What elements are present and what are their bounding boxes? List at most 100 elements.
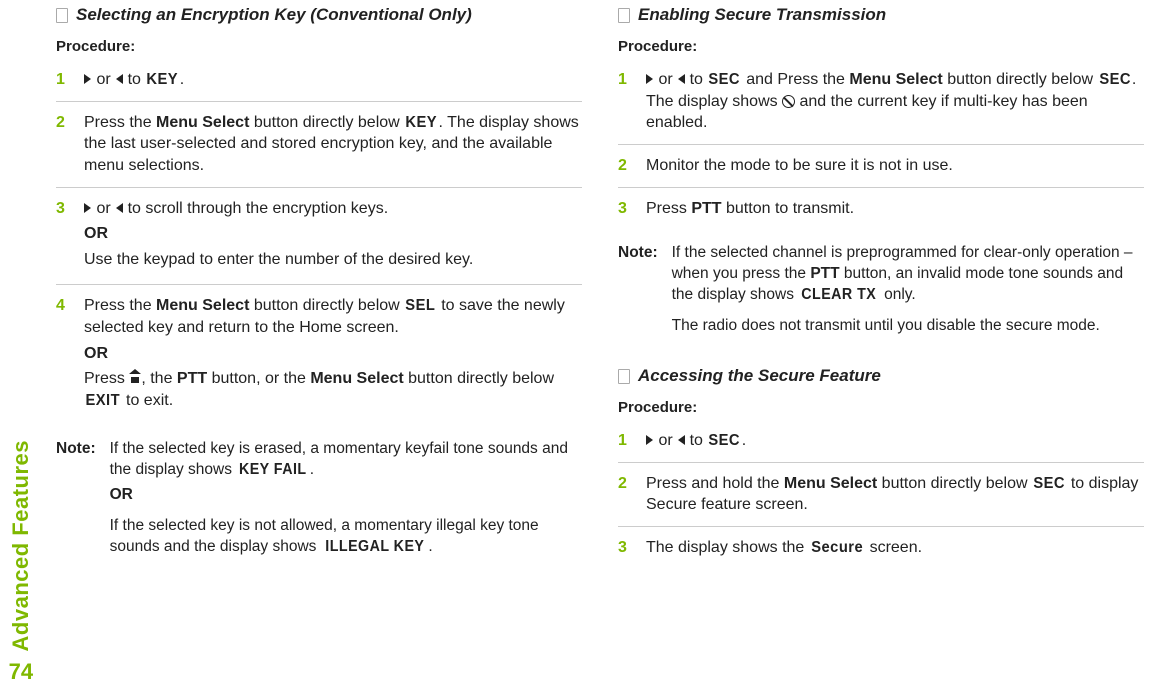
text: Monitor the mode to be sure it is not in… (646, 157, 953, 174)
lcd-text: SEL (405, 295, 435, 317)
step-2: 2 Press the Menu Select button directly … (56, 112, 582, 188)
lcd-text: CLEAR TX (802, 285, 877, 306)
text: button directly below (877, 475, 1032, 492)
lcd-text: KEY (147, 69, 179, 91)
text: button, or the (207, 370, 310, 387)
step-2: 2 Press and hold the Menu Select button … (618, 473, 1144, 527)
ui-label: PTT (810, 265, 839, 282)
note-body: If the selected channel is preprogrammed… (672, 243, 1144, 347)
or-line: OR (84, 343, 582, 365)
step-1: 1 or to SEC and Press the Menu Select bu… (618, 69, 1144, 145)
text: Press (84, 370, 129, 387)
side-tab-label: Advanced Features (6, 440, 36, 651)
or-word: or (654, 71, 677, 88)
doc-icon (618, 8, 630, 23)
step-3: 3 The display shows the Secure screen. (618, 537, 1144, 569)
ui-label: Menu Select (784, 475, 877, 492)
step-number: 2 (618, 473, 627, 495)
text: to (685, 432, 707, 449)
step-text: Monitor the mode to be sure it is not in… (646, 155, 1144, 177)
step-text: Press and hold the Menu Select button di… (646, 473, 1144, 516)
doc-icon (56, 8, 68, 23)
step-number: 2 (618, 155, 627, 177)
or-line: OR (110, 485, 582, 506)
step-number: 4 (56, 295, 65, 317)
steps-list: 1 or to SEC. 2 Press and hold the Menu S… (618, 430, 1144, 568)
step-number: 3 (618, 537, 627, 559)
text: button directly below (249, 297, 404, 314)
text: . (310, 461, 314, 478)
arrow-right-icon (646, 435, 653, 445)
section-heading: Enabling Secure Transmission (618, 4, 1144, 27)
section-heading: Selecting an Encryption Key (Conventiona… (56, 4, 582, 27)
text: and Press the (742, 71, 850, 88)
step-text: or to SEC and Press the Menu Select butt… (646, 69, 1144, 134)
page-body: Selecting an Encryption Key (Conventiona… (56, 4, 1144, 685)
ui-label: PTT (177, 370, 207, 387)
lcd-text: ILLEGAL KEY (325, 537, 424, 558)
note-block: Note: If the selected key is erased, a m… (56, 439, 582, 568)
arrow-right-icon (84, 203, 91, 213)
lcd-text: Secure (811, 537, 863, 559)
side-rail: Advanced Features 74 (6, 440, 36, 687)
text: . (180, 71, 184, 88)
text: If the selected key is not allowed, a mo… (110, 517, 539, 555)
section-heading: Accessing the Secure Feature (618, 365, 1144, 388)
section-title: Enabling Secure Transmission (638, 4, 886, 27)
note-block: Note: If the selected channel is preprog… (618, 243, 1144, 347)
step-number: 1 (618, 69, 627, 91)
doc-icon (618, 369, 630, 384)
text: , the (141, 370, 177, 387)
step-3: 3 Press PTT button to transmit. (618, 198, 1144, 230)
text: The display shows the (646, 539, 809, 556)
text: to (123, 71, 145, 88)
ui-label: Menu Select (156, 297, 249, 314)
or-word: or (92, 200, 115, 217)
step-text: or to SEC. (646, 430, 1144, 452)
step-text: Press PTT button to transmit. (646, 198, 1144, 220)
page-number: 74 (9, 657, 33, 687)
step-1: 1 or to KEY. (56, 69, 582, 102)
lcd-text: SEC (709, 69, 741, 91)
text: If the selected key is erased, a momenta… (110, 440, 568, 478)
step-3: 3 or to scroll through the encryption ke… (56, 198, 582, 286)
text: Use the keypad to enter the number of th… (84, 249, 582, 271)
ui-label: PTT (691, 200, 721, 217)
right-column: Enabling Secure Transmission Procedure: … (618, 4, 1144, 685)
step-text: or to scroll through the encryption keys… (84, 198, 582, 271)
ui-label: Menu Select (310, 370, 403, 387)
text: only. (880, 286, 916, 303)
lcd-text: KEY (406, 112, 438, 134)
text: button to transmit. (722, 200, 855, 217)
note-body: If the selected key is erased, a momenta… (110, 439, 582, 568)
step-text: or to KEY. (84, 69, 582, 91)
text: button directly below (249, 114, 404, 131)
text: to scroll through the encryption keys. (123, 200, 388, 217)
section-title: Accessing the Secure Feature (638, 365, 881, 388)
note-label: Note: (618, 243, 658, 347)
text: Press the (84, 114, 156, 131)
text: to (685, 71, 707, 88)
text: . (428, 538, 432, 555)
left-column: Selecting an Encryption Key (Conventiona… (56, 4, 582, 685)
lcd-text: SEC (709, 430, 741, 452)
text: button directly below (404, 370, 554, 387)
step-number: 3 (56, 198, 65, 220)
note-label: Note: (56, 439, 96, 568)
home-icon (129, 373, 141, 383)
step-2: 2 Monitor the mode to be sure it is not … (618, 155, 1144, 188)
arrow-right-icon (84, 74, 91, 84)
lcd-text: SEC (1099, 69, 1131, 91)
ui-label: Menu Select (156, 114, 249, 131)
step-1: 1 or to SEC. (618, 430, 1144, 463)
text: Press (646, 200, 691, 217)
or-word: or (92, 71, 115, 88)
arrow-right-icon (646, 74, 653, 84)
step-number: 3 (618, 198, 627, 220)
step-text: The display shows the Secure screen. (646, 537, 1144, 559)
step-text: Press the Menu Select button directly be… (84, 112, 582, 177)
steps-list: 1 or to SEC and Press the Menu Select bu… (618, 69, 1144, 229)
step-number: 1 (56, 69, 65, 91)
text: screen. (865, 539, 922, 556)
procedure-label: Procedure: (618, 37, 1144, 57)
